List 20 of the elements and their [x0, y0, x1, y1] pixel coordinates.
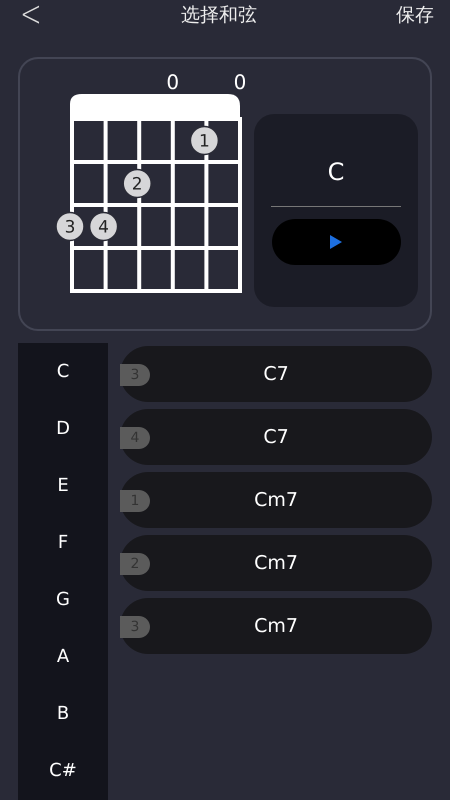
finger-dot: 4	[88, 212, 118, 242]
save-button[interactable]: 保存	[396, 2, 434, 28]
root-note-item[interactable]: B	[56, 703, 70, 760]
root-note-item[interactable]: C	[56, 361, 70, 418]
page-title: 选择和弦	[180, 3, 257, 28]
open-string-mark: 0	[166, 70, 180, 94]
back-button[interactable]: <	[20, 0, 42, 36]
root-note-item[interactable]: E	[57, 475, 69, 532]
root-note-item[interactable]: F	[58, 532, 68, 589]
play-icon	[329, 234, 343, 250]
open-string-mark: 0	[234, 70, 246, 94]
root-note-item[interactable]: A	[56, 646, 70, 703]
finger-dot: 2	[122, 168, 152, 198]
chord-name: C	[328, 158, 344, 188]
play-button[interactable]	[272, 219, 400, 265]
root-note-item[interactable]: D	[56, 418, 70, 475]
finger-dot: 3	[55, 212, 85, 242]
finger-dot: 1	[190, 126, 220, 156]
root-note-item[interactable]: C#	[49, 760, 77, 800]
root-note-item[interactable]: G	[56, 589, 70, 646]
